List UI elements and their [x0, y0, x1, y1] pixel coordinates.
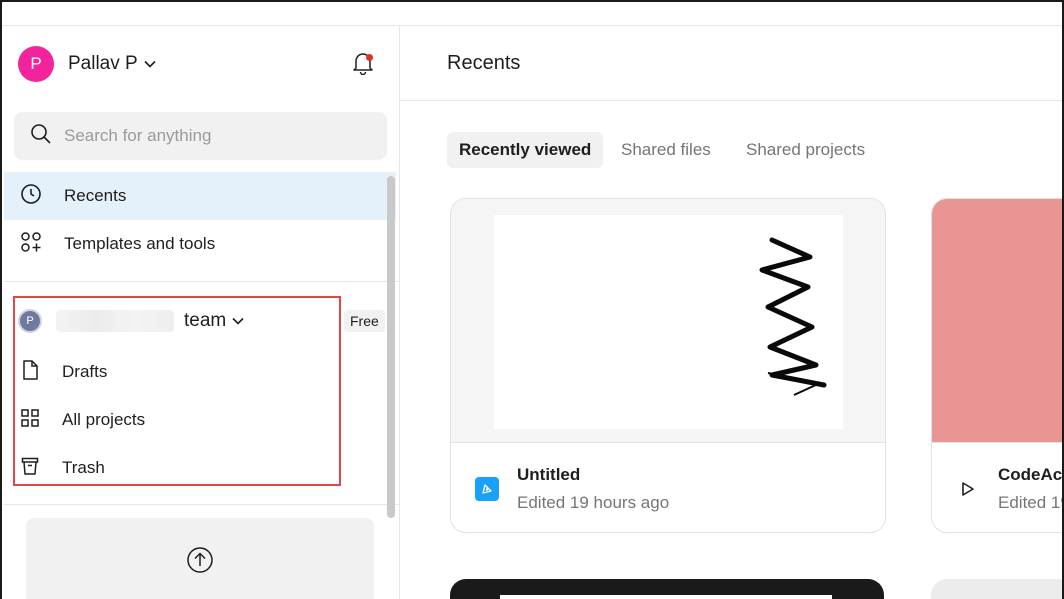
- divider: [4, 504, 400, 505]
- play-icon: [960, 481, 976, 502]
- divider: [400, 100, 1062, 101]
- file-edited-time: Edited 19 hours ago: [517, 493, 670, 512]
- trash-icon: [20, 456, 40, 481]
- team-name: team: [184, 310, 227, 331]
- file-title: CodeAca: [998, 465, 1063, 484]
- upload-button[interactable]: [186, 546, 214, 574]
- search-input[interactable]: [64, 126, 364, 146]
- arrow-up-circle-icon: [187, 547, 213, 573]
- main-content: Recents Recently viewed Shared files Sha…: [400, 26, 1064, 599]
- sidebar-item-recents[interactable]: Recents: [4, 172, 396, 220]
- file-card-partial[interactable]: [450, 579, 884, 599]
- file-card-partial[interactable]: [931, 579, 1062, 599]
- plan-badge: Free: [344, 310, 385, 332]
- file-card[interactable]: Untitled Edited 19 hours ago: [450, 198, 886, 533]
- divider: [4, 281, 400, 282]
- file-thumbnail: [451, 199, 885, 443]
- app-window: P Pallav P Recents: [0, 0, 1064, 599]
- tab-shared-projects[interactable]: Shared projects: [746, 132, 865, 168]
- canvas-preview: [494, 215, 843, 429]
- team-switcher[interactable]: P team: [18, 308, 244, 334]
- sidebar-item-label: All projects: [62, 410, 146, 429]
- tab-shared-files[interactable]: Shared files: [621, 132, 711, 168]
- sidebar-item-drafts[interactable]: Drafts: [20, 352, 107, 392]
- clock-icon: [20, 183, 42, 210]
- sidebar-scrollbar[interactable]: [387, 176, 395, 518]
- sidebar-item-trash[interactable]: Trash: [20, 448, 105, 488]
- sidebar-item-label: Trash: [62, 458, 105, 477]
- page-title: Recents: [447, 52, 521, 74]
- sidebar-item-templates[interactable]: Templates and tools: [4, 220, 396, 268]
- file-icon: [20, 359, 40, 386]
- file-edited-time: Edited 19: [998, 493, 1064, 512]
- avatar: P: [18, 46, 54, 82]
- user-name: Pallav P: [68, 53, 138, 74]
- file-thumbnail: [932, 199, 1062, 443]
- grid-icon: [20, 408, 40, 433]
- figjam-file-icon: [475, 477, 499, 501]
- chevron-down-icon: [232, 317, 244, 325]
- sidebar-item-label: Templates and tools: [64, 234, 216, 253]
- notifications-button[interactable]: [350, 52, 376, 78]
- notification-dot: [366, 54, 373, 61]
- chevron-down-icon: [144, 60, 156, 68]
- file-title: Untitled: [517, 465, 581, 484]
- import-card: [26, 518, 374, 599]
- redacted-team-name: [56, 310, 174, 332]
- sidebar: P Pallav P Recents: [2, 26, 400, 599]
- file-card[interactable]: CodeAca Edited 19: [931, 198, 1064, 533]
- account-switcher[interactable]: P Pallav P: [18, 46, 156, 82]
- team-avatar: P: [18, 309, 42, 333]
- sidebar-item-label: Drafts: [62, 362, 108, 381]
- search-bar[interactable]: [14, 112, 387, 160]
- scribble-drawing: [759, 237, 827, 396]
- shapes-icon: [20, 231, 42, 258]
- sidebar-item-label: Recents: [64, 186, 127, 205]
- sidebar-item-all-projects[interactable]: All projects: [20, 400, 145, 440]
- top-strip: [2, 2, 1062, 26]
- tab-recently-viewed[interactable]: Recently viewed: [447, 132, 604, 168]
- file-thumbnail: [500, 595, 832, 599]
- search-icon: [30, 123, 52, 150]
